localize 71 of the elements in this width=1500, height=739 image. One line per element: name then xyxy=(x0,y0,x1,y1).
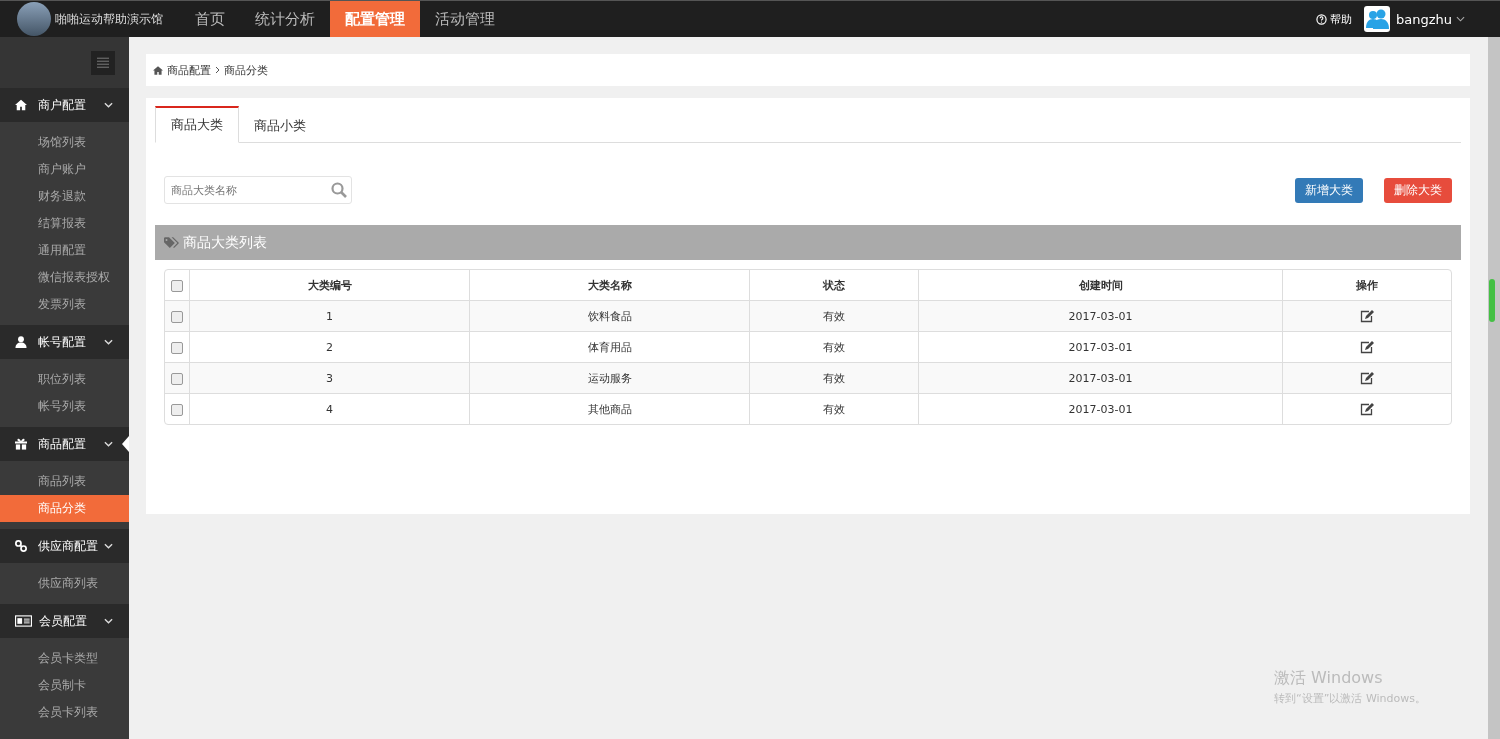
top-nav-item[interactable]: 统计分析 xyxy=(240,1,330,37)
sidebar-group-header[interactable]: 供应商配置 xyxy=(0,529,129,563)
row-checkbox[interactable] xyxy=(171,310,183,323)
sidebar-item[interactable]: 微信报表授权 xyxy=(0,264,129,291)
tab[interactable]: 商品大类 xyxy=(155,106,239,143)
table-cell: 4 xyxy=(189,393,469,424)
sidebar-group-header[interactable]: 帐号配置 xyxy=(0,325,129,359)
tab[interactable]: 商品小类 xyxy=(239,106,321,143)
sidebar-item[interactable]: 场馆列表 xyxy=(0,129,129,156)
search-field[interactable]: 商品大类名称 xyxy=(164,176,352,204)
breadcrumb-link[interactable]: 商品分类 xyxy=(224,62,268,78)
top-nav-item[interactable]: 首页 xyxy=(180,1,240,37)
list-title: 商品大类列表 xyxy=(183,233,267,252)
row-checkbox[interactable] xyxy=(171,372,183,385)
avatar-icon xyxy=(1364,6,1390,32)
sidebar-item[interactable]: 商户账户 xyxy=(0,156,129,183)
table-cell: 2017-03-01 xyxy=(918,362,1282,393)
gift-icon xyxy=(15,438,27,450)
breadcrumb-link[interactable]: 商品配置 xyxy=(167,62,211,78)
delete-button[interactable]: 删除大类 xyxy=(1384,177,1452,203)
tags-icon xyxy=(164,236,179,249)
sidebar-item[interactable]: 通用配置 xyxy=(0,237,129,264)
sidebar-item[interactable]: 帐号列表 xyxy=(0,393,129,420)
link-icon xyxy=(15,540,27,552)
table-cell: 饮料食品 xyxy=(469,300,749,331)
table-cell: 有效 xyxy=(749,300,918,331)
edit-icon[interactable] xyxy=(1360,340,1374,354)
table-cell: 3 xyxy=(189,362,469,393)
home-icon xyxy=(15,99,27,111)
sidebar-item[interactable]: 财务退款 xyxy=(0,183,129,210)
search-icon xyxy=(331,182,347,198)
sidebar-item[interactable]: 职位列表 xyxy=(0,366,129,393)
menu-icon xyxy=(97,57,109,68)
sidebar-item[interactable]: 会员制卡 xyxy=(0,672,129,699)
logo-photo-placeholder xyxy=(17,2,51,36)
id-card-icon xyxy=(15,615,32,627)
menu-button[interactable] xyxy=(91,50,115,75)
row-checkbox[interactable] xyxy=(171,403,183,416)
edit-icon[interactable] xyxy=(1360,309,1374,323)
brand-name: 啪啪运动帮助演示馆 xyxy=(55,10,163,28)
select-all-checkbox[interactable] xyxy=(171,279,183,292)
help-link[interactable]: 帮助 xyxy=(1316,11,1352,27)
sidebar-group-header[interactable]: 商品配置 xyxy=(0,427,129,461)
help-icon xyxy=(1316,13,1327,25)
sidebar-item[interactable]: 会员卡列表 xyxy=(0,699,129,726)
table-cell: 有效 xyxy=(749,393,918,424)
user-icon xyxy=(15,336,27,348)
row-checkbox[interactable] xyxy=(171,341,183,354)
table-cell: 运动服务 xyxy=(469,362,749,393)
sidebar-item[interactable]: 结算报表 xyxy=(0,210,129,237)
sidebar-item[interactable]: 发票列表 xyxy=(0,291,129,318)
table-cell: 2017-03-01 xyxy=(918,393,1282,424)
table-cell: 有效 xyxy=(749,362,918,393)
sidebar-item[interactable]: 供应商列表 xyxy=(0,570,129,597)
edit-icon[interactable] xyxy=(1360,402,1374,416)
sidebar-group-header[interactable]: 商户配置 xyxy=(0,88,129,122)
top-nav-item[interactable]: 配置管理 xyxy=(330,1,420,37)
table-cell: 2017-03-01 xyxy=(918,300,1282,331)
sidebar-item[interactable]: 商品列表 xyxy=(0,468,129,495)
table-cell: 其他商品 xyxy=(469,393,749,424)
add-button[interactable]: 新增大类 xyxy=(1295,177,1363,203)
table-cell: 1 xyxy=(189,300,469,331)
user-menu[interactable]: bangzhu xyxy=(1396,11,1465,27)
breadcrumb-separator-icon xyxy=(215,66,220,74)
home-icon xyxy=(153,65,163,75)
sidebar-item[interactable]: 会员卡类型 xyxy=(0,645,129,672)
sidebar-group-header[interactable]: 会员配置 xyxy=(0,604,129,638)
caret-icon xyxy=(1456,16,1465,22)
top-nav-item[interactable]: 活动管理 xyxy=(420,1,510,37)
sidebar-item[interactable]: 商品分类 xyxy=(0,495,129,522)
edit-icon[interactable] xyxy=(1360,371,1374,385)
